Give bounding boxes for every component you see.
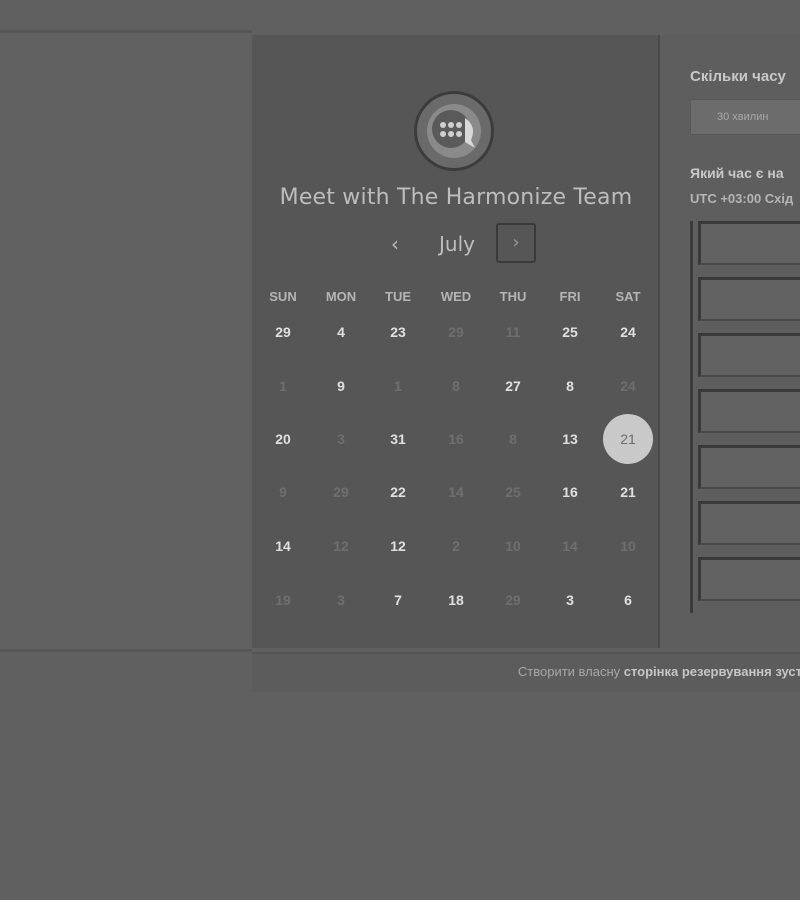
calendar-day: 24	[620, 378, 636, 394]
calendar-day[interactable]: 14	[258, 521, 308, 571]
calendar-day: 8	[452, 378, 460, 394]
calendar-day[interactable]: 16	[545, 467, 595, 517]
calendar-day[interactable]: 21	[603, 467, 653, 517]
weekday-label: FRI	[559, 289, 581, 304]
timezone-label[interactable]: UTC +03:00 Схід	[690, 191, 793, 206]
calendar-day: 12	[333, 538, 349, 554]
booking-page: Meet with The Harmonize Team ‹ July › SU…	[0, 0, 800, 900]
calendar-day[interactable]: 29	[258, 307, 308, 357]
calendar-day: 3	[337, 592, 345, 608]
meeting-title: Meet with The Harmonize Team	[279, 185, 633, 210]
calendar-day[interactable]: 31	[373, 414, 423, 464]
time-slot-button[interactable]	[698, 389, 800, 433]
calendar-day[interactable]: 27	[488, 361, 538, 411]
calendar-day[interactable]: 3	[545, 575, 595, 625]
team-avatar	[414, 91, 494, 171]
duration-option-button[interactable]: 30 хвилин	[690, 99, 800, 135]
create-booking-page-link[interactable]: сторінка резервування зуст	[624, 664, 800, 679]
calendar-day: 1	[394, 378, 402, 394]
time-slot-list	[690, 221, 800, 613]
calendar-day: 16	[448, 431, 464, 447]
calendar-day: 10	[620, 538, 636, 554]
calendar-day[interactable]: 13	[545, 414, 595, 464]
duration-question: Скільки часу	[690, 68, 786, 85]
calendar-day[interactable]: 24	[603, 307, 653, 357]
calendar-day[interactable]: 20	[258, 414, 308, 464]
calendar-card: Meet with The Harmonize Team ‹ July › SU…	[252, 35, 660, 648]
calendar-day[interactable]: 18	[431, 575, 481, 625]
calendar-day: 14	[448, 484, 464, 500]
time-question: Який час є на	[690, 165, 784, 181]
calendar-day: 10	[505, 538, 521, 554]
calendar-day[interactable]: 22	[373, 467, 423, 517]
footer-text: Створити власну сторінка резервування зу…	[518, 664, 800, 679]
slot-list-rail	[690, 221, 693, 613]
booking-options-panel: Скільки часу 30 хвилин Який час є на UTC…	[660, 35, 800, 648]
calendar-day[interactable]: 6	[603, 575, 653, 625]
calendar-day[interactable]: 9	[316, 361, 366, 411]
calendar-day[interactable]: 25	[545, 307, 595, 357]
calendar-day[interactable]: 8	[545, 361, 595, 411]
footer-bar: Створити власну сторінка резервування зу…	[252, 652, 800, 692]
time-slot-button[interactable]	[698, 501, 800, 545]
chevron-left-icon[interactable]: ‹	[380, 229, 410, 259]
month-navigation: ‹ July ›	[252, 223, 660, 265]
calendar-day: 8	[509, 431, 517, 447]
selected-day[interactable]: 21	[603, 414, 653, 464]
calendar-day[interactable]: 4	[316, 307, 366, 357]
calendar-day[interactable]: 7	[373, 575, 423, 625]
weekday-label: SUN	[269, 289, 297, 304]
calendar-day: 1	[279, 378, 287, 394]
month-label: July	[439, 232, 475, 256]
calendar-day: 14	[562, 538, 578, 554]
left-backdrop	[0, 30, 252, 652]
calendar-day: 29	[333, 484, 349, 500]
calendar-day: 29	[448, 324, 464, 340]
calendar-day[interactable]: 12	[373, 521, 423, 571]
time-slot-button[interactable]	[698, 221, 800, 265]
calendar-day: 25	[505, 484, 521, 500]
calendar-day: 9	[279, 484, 287, 500]
weekday-label: TUE	[385, 289, 411, 304]
weekday-header: SUN MON TUE WED THU FRI SAT	[254, 289, 658, 309]
chevron-right-icon[interactable]: ›	[496, 223, 536, 263]
weekday-label: WED	[440, 289, 472, 304]
footer-prefix: Створити власну	[517, 664, 624, 679]
time-slot-button[interactable]	[698, 445, 800, 489]
time-slot-button[interactable]	[698, 333, 800, 377]
weekday-label: MON	[325, 289, 357, 304]
calendar-day[interactable]: 23	[373, 307, 423, 357]
weekday-label: THU	[499, 289, 527, 304]
time-slot-button[interactable]	[698, 557, 800, 601]
calendar-day: 3	[337, 431, 345, 447]
time-slot-button[interactable]	[698, 277, 800, 321]
chat-bubble-logo-icon	[427, 104, 481, 158]
weekday-label: SAT	[615, 289, 641, 304]
calendar-day: 29	[505, 592, 521, 608]
calendar-day: 2	[452, 538, 460, 554]
calendar-day: 19	[275, 592, 291, 608]
calendar-day: 11	[505, 324, 521, 340]
